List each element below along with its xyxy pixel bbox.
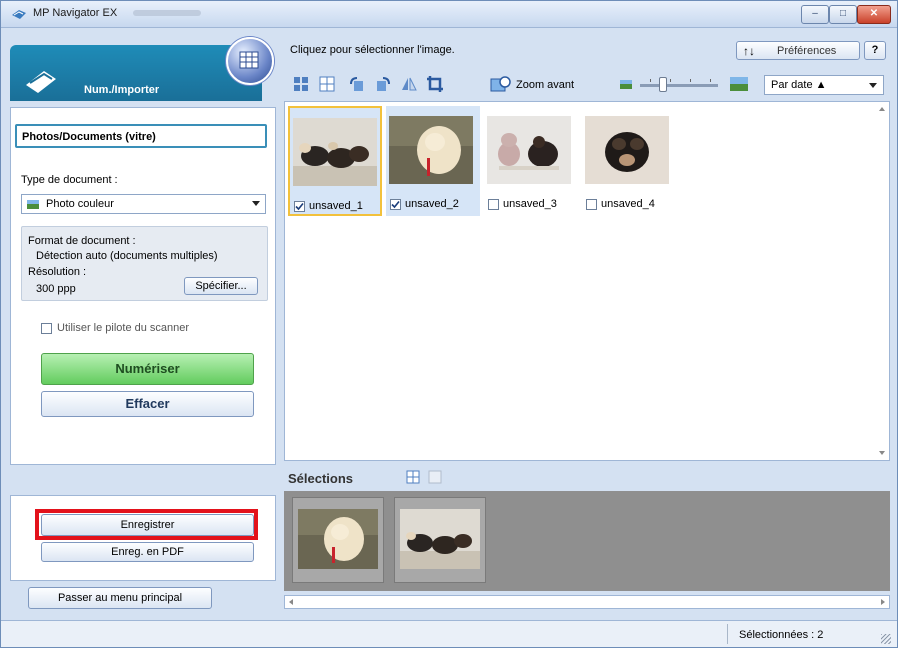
scan-button[interactable]: Numériser (41, 353, 254, 385)
title-bar: MP Navigator EX – □ ✕ (1, 1, 897, 28)
thumbnail-item[interactable]: unsaved_1 (288, 106, 382, 216)
thumbnail-name: unsaved_3 (503, 198, 557, 210)
selected-item[interactable] (292, 497, 384, 583)
zoom-label: Zoom avant (516, 79, 575, 91)
right-area: Cliquez pour sélectionner l'image. ↑↓ Pr… (284, 35, 892, 617)
main-menu-button[interactable]: Passer au menu principal (28, 587, 212, 609)
slider-tick (670, 79, 671, 82)
thumbnail-image (389, 116, 473, 184)
chevron-down-icon (869, 83, 877, 88)
app-logo-icon (12, 10, 26, 19)
thumbnail-checkbox[interactable] (488, 199, 499, 210)
preferences-button[interactable]: ↑↓ Préférences (736, 41, 860, 60)
selected-count: Sélectionnées : 2 (739, 629, 824, 641)
thumbnail-image (487, 116, 571, 184)
image-toolbar: Zoom avant Par date ▲ (284, 70, 892, 98)
thumbnail-item[interactable]: unsaved_2 (386, 106, 480, 216)
resize-grip-icon[interactable] (881, 634, 891, 644)
format-label: Format de document : (28, 235, 136, 247)
resolution-value: 300 ppp (36, 283, 76, 295)
scroll-right-icon[interactable] (881, 599, 885, 605)
specify-button[interactable]: Spécifier... (184, 277, 258, 295)
use-driver-checkbox[interactable] (41, 323, 52, 334)
scroll-up-icon[interactable] (879, 107, 885, 111)
rotate-left-icon[interactable] (348, 75, 366, 93)
navigator-menu-icon[interactable] (226, 37, 274, 85)
maximize-button[interactable]: □ (829, 5, 857, 24)
minimize-button[interactable]: – (801, 5, 829, 24)
app-window: MP Navigator EX – □ ✕ Num./Importer Phot… (0, 0, 898, 648)
slider-tick (710, 79, 711, 82)
thumbnail-name: unsaved_4 (601, 198, 655, 210)
slider-tick (690, 79, 691, 82)
document-info-box: Format de document : Détection auto (doc… (21, 226, 268, 301)
selections-bar: Sélections (284, 463, 888, 491)
instruction-text: Cliquez pour sélectionner l'image. (290, 44, 455, 56)
thumbnail-item[interactable]: unsaved_3 (484, 106, 578, 216)
doc-type-select[interactable]: Photo couleur (21, 194, 266, 214)
thumbnail-name: unsaved_2 (405, 198, 459, 210)
select-all-icon[interactable] (292, 75, 310, 93)
status-separator (727, 624, 728, 644)
thumbnail-image (293, 118, 377, 186)
scroll-left-icon[interactable] (289, 599, 293, 605)
thumbnail-checkbox[interactable] (294, 201, 305, 212)
scan-settings-panel: Photos/Documents (vitre) Type de documen… (10, 107, 276, 465)
thumbnail-item[interactable]: unsaved_4 (582, 106, 676, 216)
thumbnail-checkbox[interactable] (586, 199, 597, 210)
scan-import-tab[interactable]: Num./Importer (10, 45, 262, 101)
clear-button[interactable]: Effacer (41, 391, 254, 417)
deselect-all-icon[interactable] (318, 75, 336, 93)
selected-image (400, 509, 480, 569)
crop-icon[interactable] (426, 75, 444, 93)
flip-icon[interactable] (400, 75, 418, 93)
grid-view-icon[interactable] (406, 470, 420, 484)
thumbnail-size-slider[interactable] (640, 79, 718, 87)
preferences-label: Préférences (777, 45, 837, 57)
thumbnail-checkbox[interactable] (390, 199, 401, 210)
highlight-frame (35, 509, 258, 540)
photo-icon (27, 200, 39, 209)
single-view-icon[interactable] (428, 470, 442, 484)
mode-label: Num./Importer (84, 84, 160, 96)
selections-strip (284, 491, 890, 591)
title-redacted (133, 10, 201, 16)
vertical-scrollbar[interactable] (875, 102, 889, 460)
large-thumbnail-icon (730, 77, 748, 91)
window-title: MP Navigator EX (33, 7, 118, 19)
slider-tick (650, 79, 651, 82)
resolution-label: Résolution : (28, 266, 87, 278)
selected-item[interactable] (394, 497, 486, 583)
horizontal-scrollbar[interactable] (284, 595, 890, 609)
scanner-icon (26, 71, 56, 93)
sort-value: Par date ▲ (771, 79, 827, 91)
selections-label: Sélections (288, 471, 354, 486)
source-selector[interactable]: Photos/Documents (vitre) (15, 124, 267, 148)
chevron-down-icon (252, 201, 260, 206)
close-button[interactable]: ✕ (857, 5, 891, 24)
small-thumbnail-icon (620, 80, 632, 89)
use-driver-label: Utiliser le pilote du scanner (57, 322, 190, 334)
rotate-right-icon[interactable] (374, 75, 392, 93)
status-bar: Sélectionnées : 2 (1, 620, 897, 647)
sort-select[interactable]: Par date ▲ (764, 75, 884, 95)
format-value: Détection auto (documents multiples) (36, 250, 218, 262)
slider-thumb[interactable] (659, 77, 668, 92)
selected-image (298, 509, 378, 569)
help-button[interactable]: ? (864, 41, 886, 60)
doc-type-value: Photo couleur (46, 198, 114, 210)
zoom-in-icon[interactable] (490, 75, 512, 93)
sort-arrows-icon: ↑↓ (743, 44, 755, 58)
doc-type-label: Type de document : (21, 174, 118, 186)
scroll-down-icon[interactable] (879, 451, 885, 455)
save-pdf-button[interactable]: Enreg. en PDF (41, 542, 254, 562)
scan-import-header: Num./Importer (10, 35, 276, 109)
thumbnail-image (585, 116, 669, 184)
thumbnail-viewer: unsaved_1 unsaved_2 unsaved_3 unsaved_4 (284, 101, 890, 461)
save-panel: Enregistrer Enreg. en PDF (10, 495, 276, 581)
left-panel: Num./Importer Photos/Documents (vitre) T… (10, 35, 276, 640)
thumbnail-name: unsaved_1 (309, 200, 363, 212)
